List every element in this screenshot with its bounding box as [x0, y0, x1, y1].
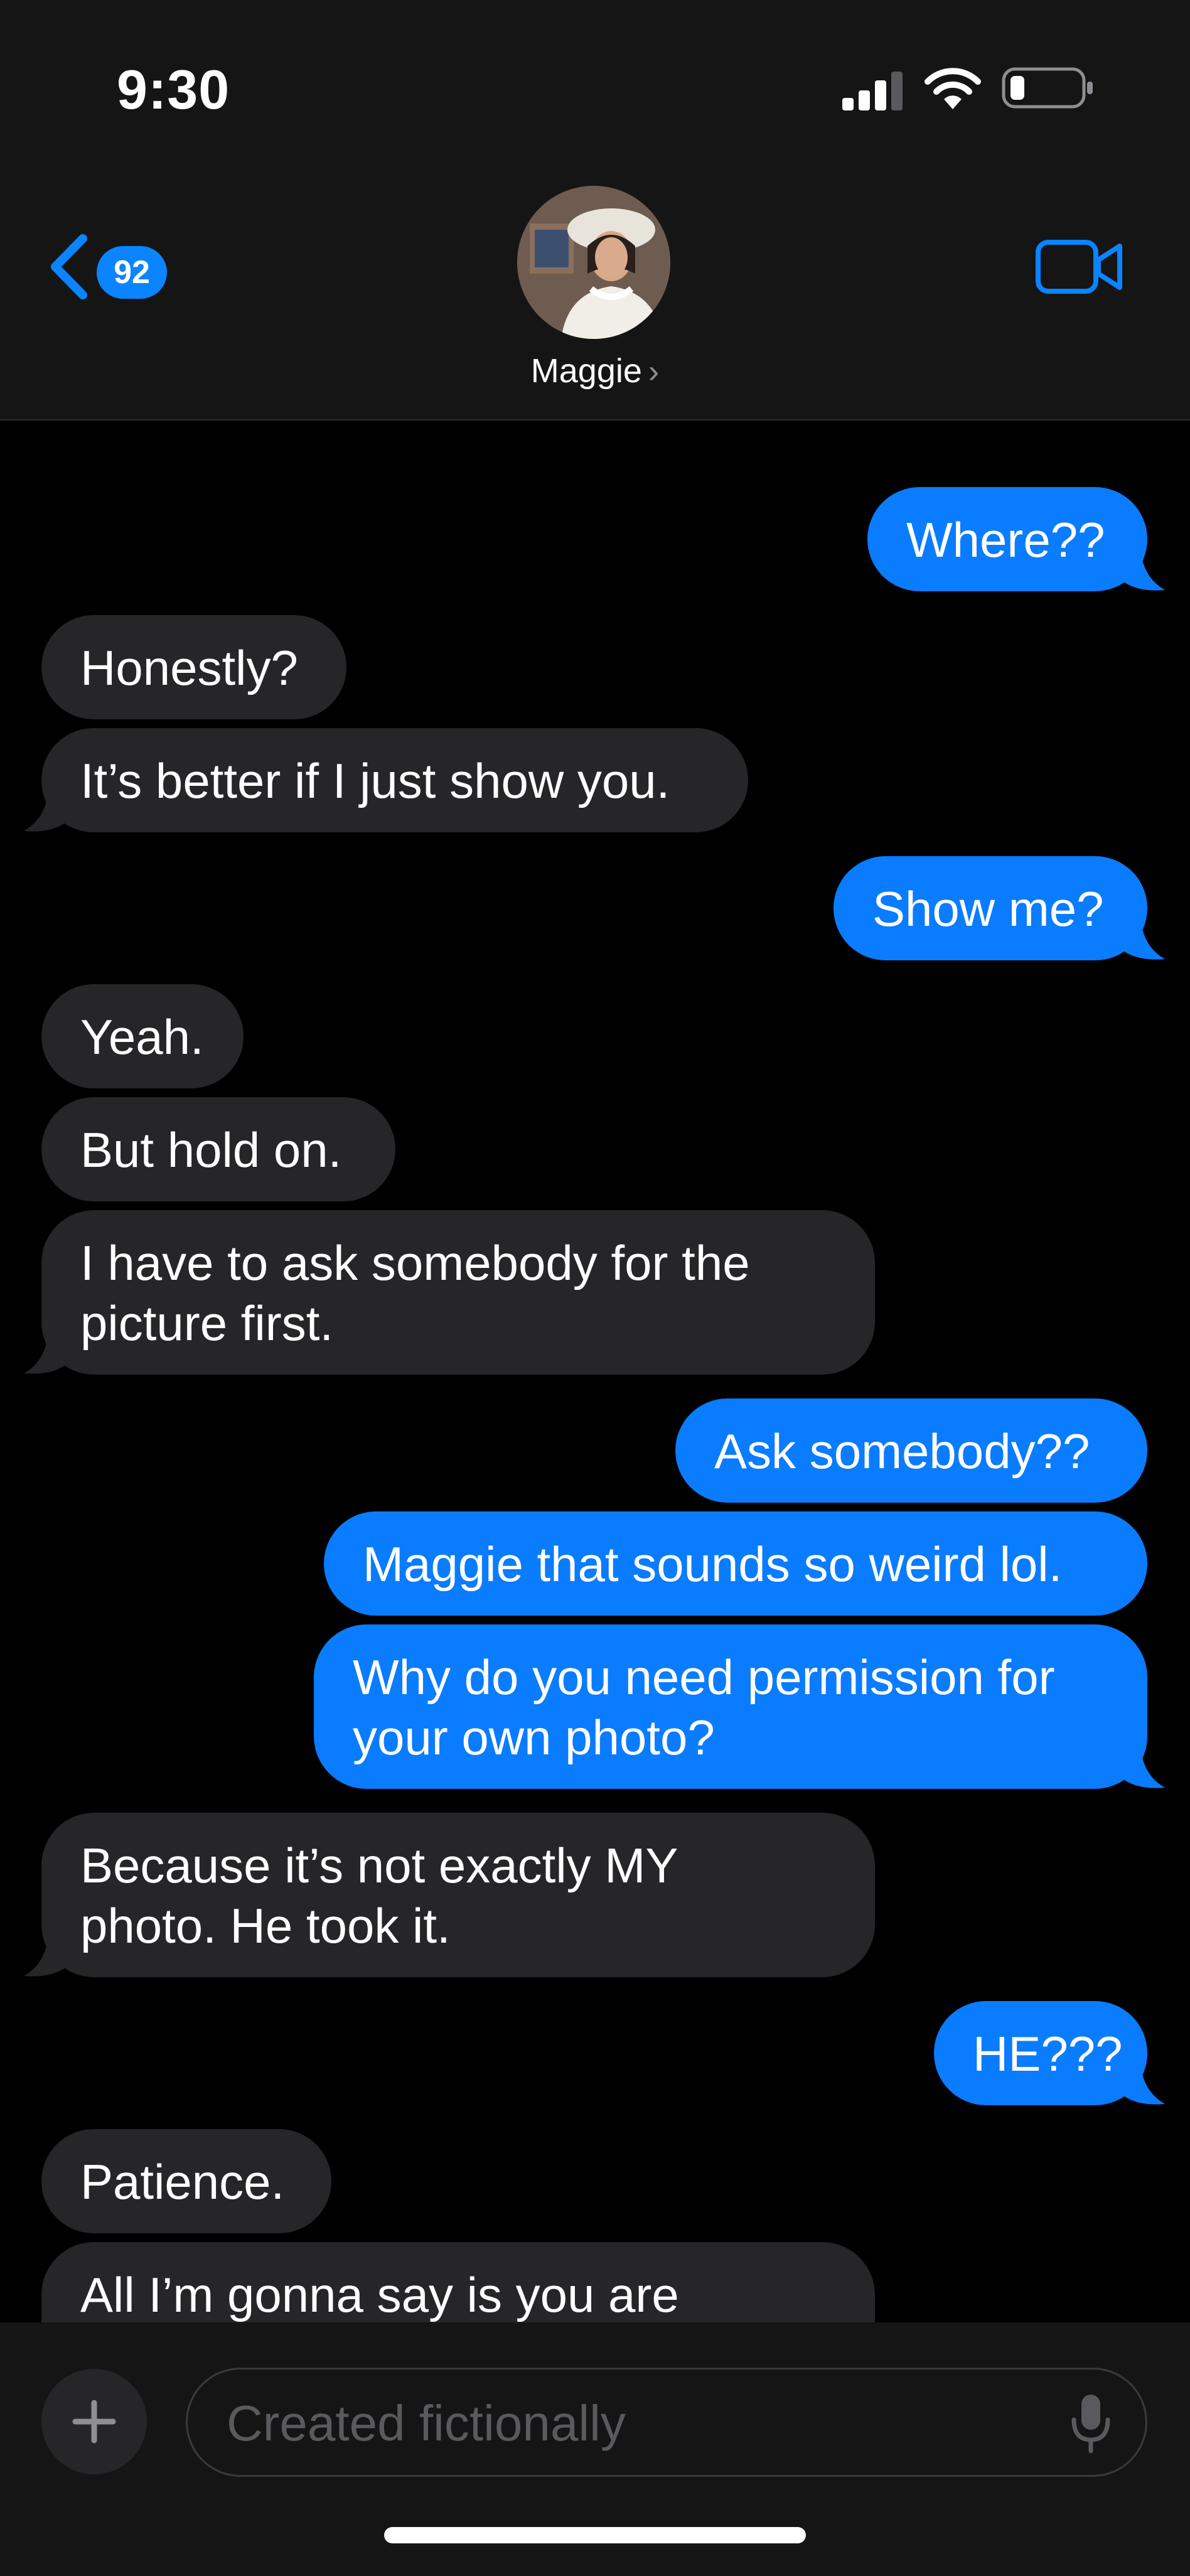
incoming-message-bubble[interactable]: But hold on.	[41, 1097, 395, 1201]
back-button[interactable]: 92	[44, 226, 182, 301]
message-text: photo. He took it.	[80, 1898, 451, 1953]
outgoing-message-bubble[interactable]: Where??	[867, 487, 1147, 591]
message-input-placeholder: Created fictionally	[227, 2395, 626, 2451]
home-indicator[interactable]	[384, 2527, 806, 2543]
message-text: picture first.	[80, 1296, 334, 1351]
chevron-left-icon	[51, 234, 87, 299]
wifi-icon	[925, 68, 981, 109]
message-text: Honestly?	[80, 640, 298, 695]
message-text: your own photo?	[353, 1710, 715, 1765]
contact-name: Maggie	[530, 352, 642, 390]
incoming-message-bubble[interactable]: All I’m gonna say is you are	[41, 2242, 875, 2322]
microphone-icon[interactable]	[1069, 2392, 1113, 2455]
bubble-tail	[1120, 2068, 1165, 2105]
bubble-tail	[1120, 923, 1165, 960]
message-text: Show me?	[872, 881, 1104, 936]
composer-bar: Created fictionally	[0, 2322, 1190, 2576]
message-text: Why do you need permission for	[353, 1650, 1055, 1705]
unread-count-badge: 92	[97, 246, 167, 299]
message-text: It’s better if I just show you.	[80, 753, 670, 808]
incoming-message-bubble[interactable]: Honestly?	[41, 615, 346, 719]
message-list[interactable]: to be 😉Where??Honestly?It’s better if I …	[0, 377, 1190, 2322]
message-text: Where??	[906, 512, 1105, 567]
message-input[interactable]: Created fictionally	[186, 2368, 1147, 2477]
video-camera-icon[interactable]	[1036, 239, 1123, 295]
message-text: But hold on.	[80, 1122, 342, 1178]
message-text: Because it’s not exactly MY	[80, 1838, 678, 1893]
incoming-message-bubble[interactable]: Patience.	[41, 2129, 331, 2233]
bubble-tail	[24, 795, 69, 832]
outgoing-message-bubble[interactable]: Ask somebody??	[675, 1398, 1147, 1503]
incoming-message-bubble[interactable]: Yeah.	[41, 984, 244, 1088]
bubble-tail	[1120, 1751, 1165, 1788]
outgoing-message-bubble[interactable]: Maggie that sounds so weird lol.	[324, 1511, 1147, 1616]
add-attachment-button[interactable]	[41, 2369, 147, 2474]
contact-avatar[interactable]	[517, 186, 670, 339]
cellular-signal-icon	[842, 72, 903, 110]
outgoing-message-bubble[interactable]: Show me?	[834, 856, 1147, 960]
message-text: I have to ask somebody for the	[80, 1235, 750, 1291]
incoming-message-bubble[interactable]: I have to ask somebody for the picture fi…	[41, 1210, 875, 1375]
message-text: Patience.	[80, 2154, 285, 2209]
plus-icon	[72, 2400, 116, 2444]
status-time: 9:30	[117, 58, 230, 121]
conversation-header: 9:30 92 Maggie ›	[0, 0, 1190, 421]
message-text: Maggie that sounds so weird lol.	[363, 1537, 1063, 1592]
incoming-message-bubble[interactable]: Because it’s not exactly MY photo. He too…	[41, 1813, 875, 1977]
chevron-right-icon: ›	[648, 353, 660, 390]
bubble-tail	[1120, 554, 1165, 591]
bubble-tail	[24, 1337, 69, 1374]
message-text: Ask somebody??	[714, 1424, 1090, 1479]
battery-icon	[1002, 67, 1093, 109]
message-text: Yeah.	[80, 1009, 204, 1065]
message-text: HE???	[973, 2026, 1123, 2081]
outgoing-message-bubble[interactable]: Why do you need permission for your own p…	[314, 1624, 1147, 1789]
message-text: All I’m gonna say is you are	[80, 2267, 679, 2322]
bubble-tail	[24, 1940, 69, 1977]
incoming-message-bubble[interactable]: It’s better if I just show you.	[41, 728, 748, 832]
outgoing-message-bubble[interactable]: HE???	[934, 2001, 1147, 2105]
contact-name-button[interactable]: Maggie ›	[0, 352, 1190, 390]
